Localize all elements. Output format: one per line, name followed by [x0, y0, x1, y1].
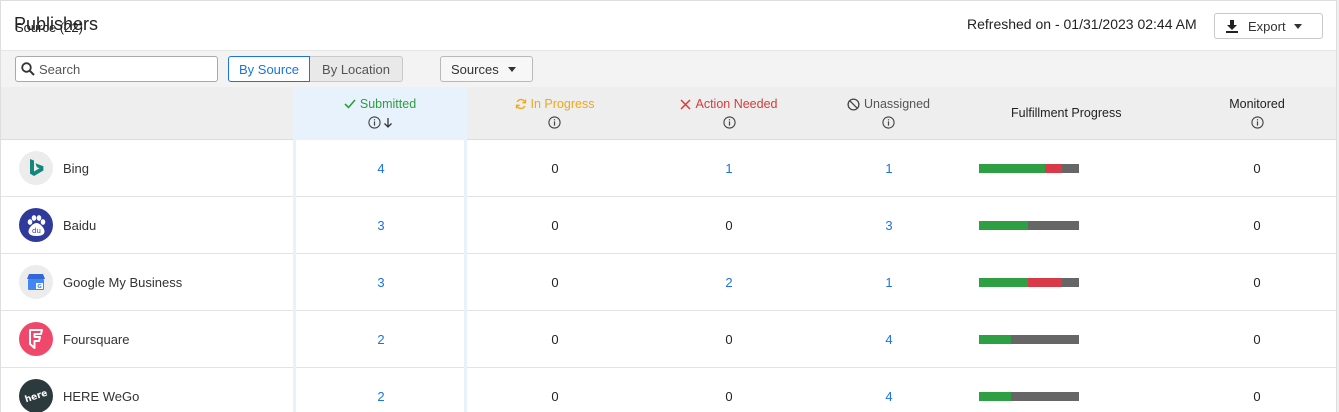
fulfillment-progress-bar [979, 164, 1079, 173]
info-icon[interactable] [548, 116, 561, 129]
view-toggle: By Source By Location [228, 56, 403, 82]
info-icon[interactable] [722, 116, 736, 129]
source-name[interactable]: Baidu [63, 218, 96, 233]
progress-red-segment [1028, 278, 1062, 287]
bing-logo [19, 151, 53, 185]
progress-green-segment [979, 164, 1045, 173]
progress-red-segment [1045, 164, 1062, 173]
export-button[interactable]: Export [1214, 13, 1323, 39]
refreshed-timestamp: Refreshed on - 01/31/2023 02:44 AM [967, 16, 1197, 32]
info-icon[interactable] [1250, 116, 1264, 129]
monitored-count: 0 [1253, 275, 1261, 290]
table-row[interactable]: G Google My Business 3 0 2 1 0 [1, 254, 1336, 311]
by-location-button[interactable]: By Location [310, 56, 403, 82]
svg-text:here: here [24, 389, 49, 406]
unassigned-count[interactable]: 4 [859, 389, 919, 404]
unassigned-count[interactable]: 4 [859, 332, 919, 347]
by-source-button[interactable]: By Source [228, 56, 310, 82]
action-needed-count: 0 [725, 389, 733, 404]
table-row[interactable]: Bing 4 0 1 1 0 [1, 140, 1336, 197]
action-needed-count[interactable]: 1 [699, 161, 759, 176]
action-needed-count: 0 [725, 218, 733, 233]
submitted-count[interactable]: 3 [351, 218, 411, 233]
sync-icon [515, 98, 526, 110]
monitored-count: 0 [1253, 389, 1261, 404]
info-icon[interactable] [882, 116, 895, 129]
table-row[interactable]: here HERE WeGo 2 0 0 4 0 [1, 368, 1336, 412]
close-icon [680, 98, 692, 110]
header-unassigned[interactable]: Unassigned [816, 87, 961, 139]
monitored-count: 0 [1253, 218, 1261, 233]
source-name[interactable]: Bing [63, 161, 89, 176]
search-input[interactable] [39, 61, 209, 77]
search-box[interactable] [15, 56, 218, 82]
check-icon [344, 99, 356, 109]
header-action-needed[interactable]: Action Needed [642, 87, 816, 139]
fulfillment-progress-bar [979, 221, 1079, 230]
header-fulfillment-progress[interactable]: Fulfillment Progress [1011, 106, 1121, 120]
header-monitored-label: Monitored [1229, 97, 1285, 111]
submitted-count[interactable]: 3 [351, 275, 411, 290]
header-unassigned-label: Unassigned [863, 97, 930, 111]
sources-dropdown[interactable]: Sources [440, 56, 533, 82]
google-my-business-logo: G [19, 265, 53, 299]
search-icon [21, 62, 35, 76]
info-icon[interactable] [367, 116, 381, 129]
submitted-column-border-right [464, 140, 467, 412]
header-submitted[interactable]: Submitted [293, 87, 467, 139]
submitted-count[interactable]: 4 [351, 161, 411, 176]
monitored-count: 0 [1253, 161, 1261, 176]
in-progress-count: 0 [551, 332, 559, 347]
progress-green-segment [979, 221, 1028, 230]
header-monitored[interactable]: Monitored [1197, 87, 1317, 139]
table-row[interactable]: du Baidu 3 0 0 3 0 [1, 197, 1336, 254]
source-name[interactable]: Foursquare [63, 332, 129, 347]
fulfillment-progress-bar [979, 392, 1079, 401]
in-progress-count: 0 [551, 218, 559, 233]
header-in-progress[interactable]: In Progress [467, 87, 642, 139]
monitored-count: 0 [1253, 332, 1261, 347]
download-icon [1226, 19, 1238, 33]
foursquare-logo [19, 322, 53, 356]
arrow-down-icon[interactable] [383, 117, 393, 129]
svg-text:du: du [32, 227, 41, 235]
source-name[interactable]: Google My Business [63, 275, 182, 290]
header-source[interactable]: Source (22) [15, 20, 83, 35]
unassigned-count[interactable]: 1 [859, 275, 919, 290]
toolbar: By Source By Location Sources [1, 50, 1336, 87]
in-progress-count: 0 [551, 275, 559, 290]
header-action-needed-label: Action Needed [695, 97, 778, 111]
svg-text:G: G [37, 284, 42, 290]
progress-green-segment [979, 392, 1011, 401]
submitted-column-border-left [293, 140, 296, 412]
progress-green-segment [979, 278, 1028, 287]
caret-down-icon [1293, 23, 1302, 29]
action-needed-count[interactable]: 2 [699, 275, 759, 290]
in-progress-count: 0 [551, 161, 559, 176]
export-label: Export [1248, 18, 1286, 34]
progress-green-segment [979, 335, 1011, 344]
in-progress-count: 0 [551, 389, 559, 404]
fulfillment-progress-bar [979, 335, 1079, 344]
header-submitted-label: Submitted [359, 97, 417, 111]
publishers-panel: Publishers Refreshed on - 01/31/2023 02:… [0, 0, 1337, 412]
header-in-progress-label: In Progress [530, 97, 595, 111]
table-row[interactable]: Foursquare 2 0 0 4 0 [1, 311, 1336, 368]
unassigned-count[interactable]: 1 [859, 161, 919, 176]
unassigned-count[interactable]: 3 [859, 218, 919, 233]
submitted-count[interactable]: 2 [351, 389, 411, 404]
source-name[interactable]: HERE WeGo [63, 389, 139, 404]
fulfillment-progress-bar [979, 278, 1079, 287]
action-needed-count: 0 [725, 332, 733, 347]
sources-label: Sources [451, 61, 499, 77]
here-wego-logo: here [19, 379, 53, 412]
baidu-logo: du [19, 208, 53, 242]
caret-down-icon [507, 66, 516, 72]
submitted-count[interactable]: 2 [351, 332, 411, 347]
block-icon [847, 97, 860, 111]
